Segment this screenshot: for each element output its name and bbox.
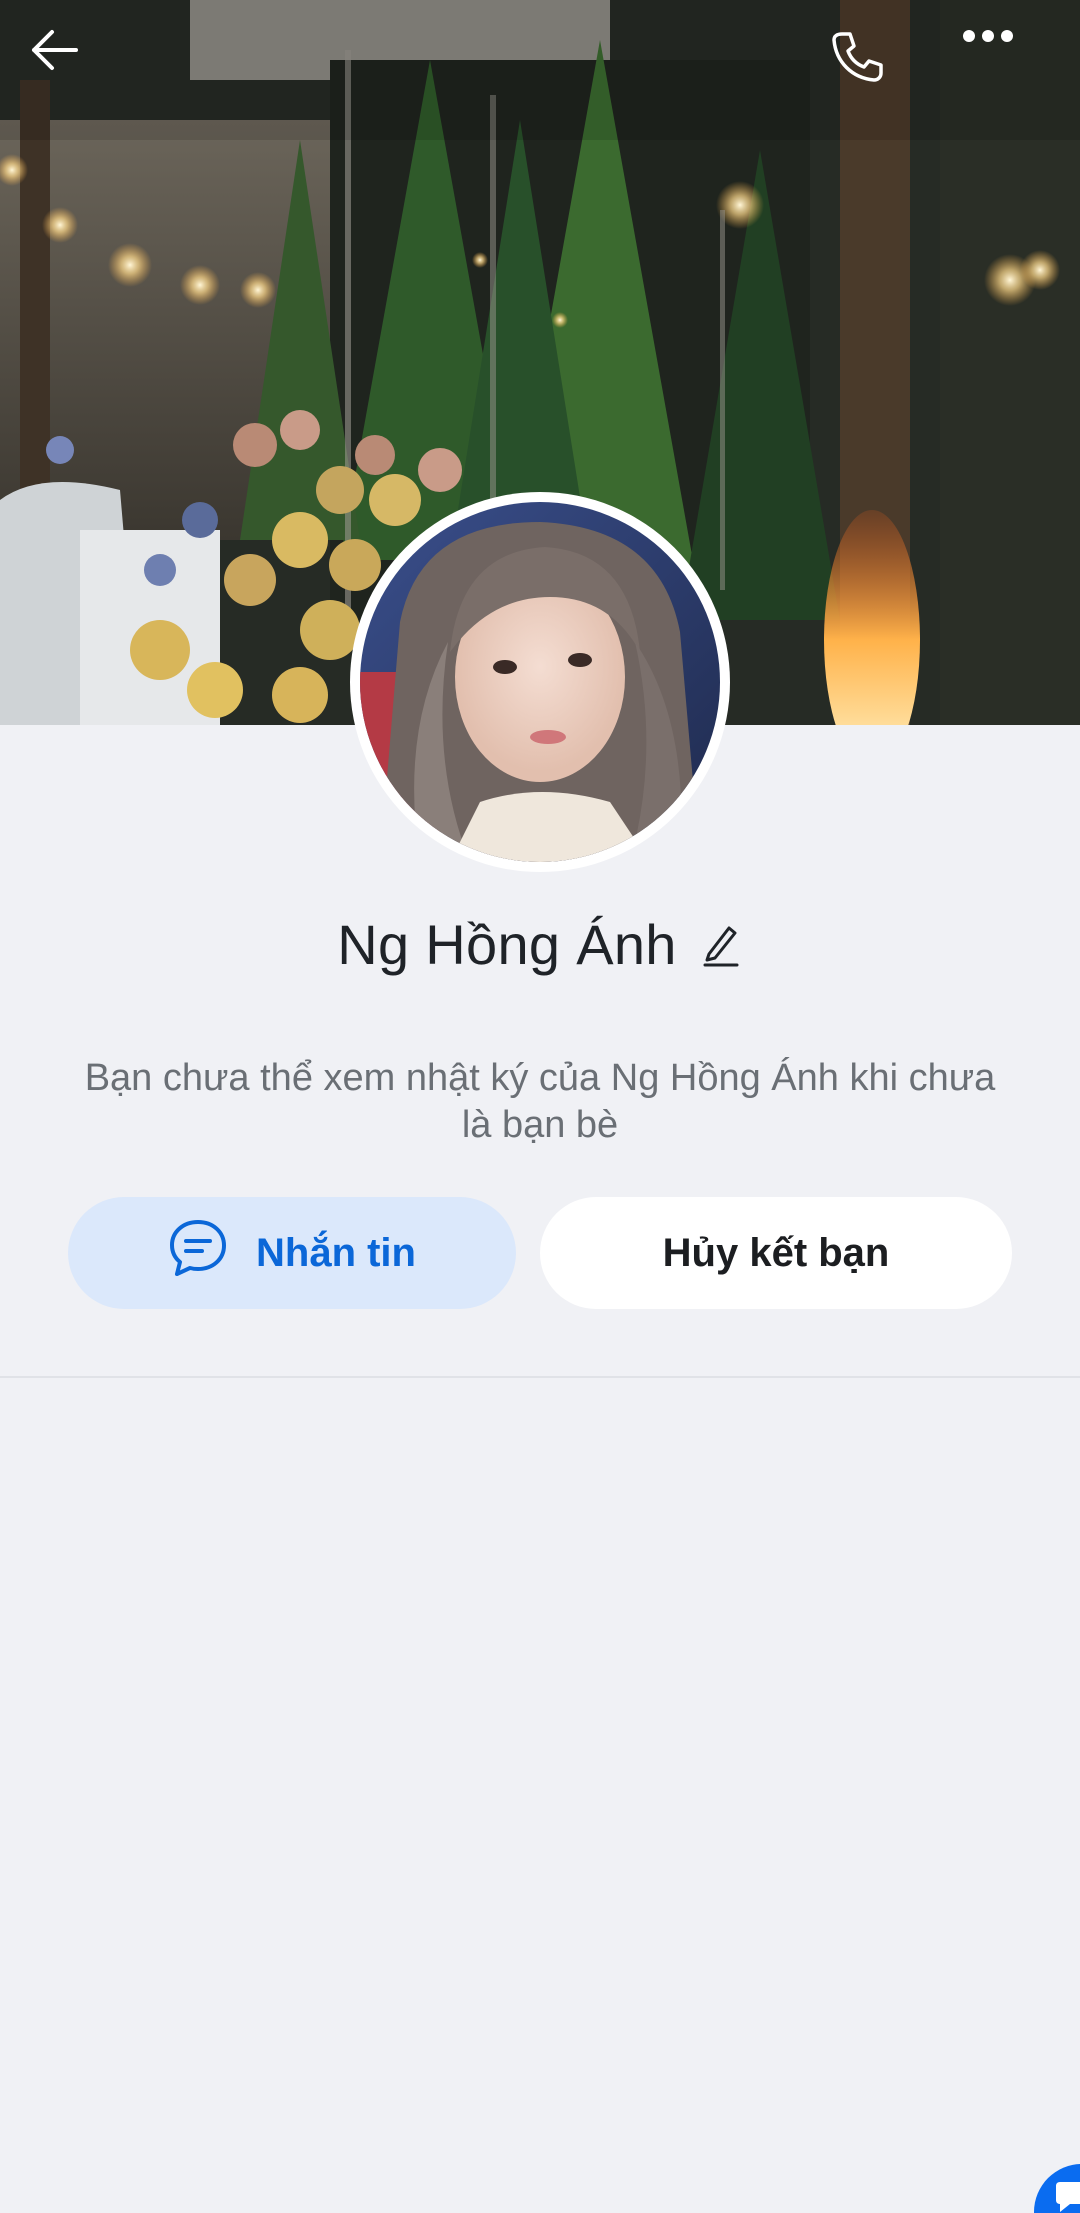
unfriend-button[interactable]: Hủy kết bạn [540,1197,1012,1309]
avatar[interactable] [350,492,730,872]
chat-bubble-icon [168,1218,228,1288]
diary-locked-notice: Bạn chưa thể xem nhật ký của Ng Hồng Ánh… [84,1057,996,1146]
pencil-icon[interactable] [699,920,743,970]
profile-name-row: Ng Hồng Ánh [0,912,1080,977]
back-button[interactable] [28,28,128,108]
more-button[interactable] [962,28,1062,108]
divider [0,1376,1080,1378]
message-button[interactable]: Nhắn tin [68,1197,516,1309]
profile-name: Ng Hồng Ánh [337,913,677,976]
chat-float-button[interactable] [1034,2164,1080,2213]
message-button-label: Nhắn tin [256,1230,416,1275]
call-button[interactable] [828,28,928,108]
avatar-photo [360,502,720,862]
unfriend-button-label: Hủy kết bạn [662,1230,890,1275]
profile-screen: Ng Hồng Ánh Bạn chưa thể xem nhật ký của… [0,0,1080,2213]
